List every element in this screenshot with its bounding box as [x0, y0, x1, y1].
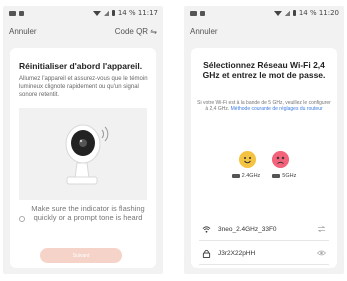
wifi-hint: Si votre Wi-Fi est à la bande de 5 GHz, … [197, 100, 331, 112]
nav-bar: Annuler [184, 24, 344, 38]
band-illustration [191, 151, 337, 168]
camera-icon [65, 124, 109, 185]
wifi-icon [202, 225, 211, 233]
sad-face-icon [272, 151, 289, 168]
field-divider [199, 240, 329, 241]
switch-network-icon[interactable] [317, 225, 326, 233]
page-title: Réinitialiser d'abord l'appareil. [19, 61, 143, 71]
band-5ghz: 5GHz [272, 173, 296, 179]
router-icon [272, 174, 281, 178]
router-icon [231, 174, 240, 178]
gallery-notification-icon [190, 10, 197, 16]
wifi-status-icon [273, 10, 282, 16]
instruction-text: Allumez l'appareil et assurez-vous que l… [19, 76, 148, 98]
nav-bar: Annuler Code QR ⇋ [3, 24, 163, 38]
app-notification-icon [19, 10, 24, 16]
password-field[interactable]: J3r2X22pHH [196, 244, 332, 262]
band-labels: 2.4GHz 5GHz [191, 173, 337, 179]
phone-screen-reset: 14 % 11:17 Annuler Code QR ⇋ Réinitialis… [3, 6, 163, 274]
reset-card: Réinitialiser d'abord l'appareil. Allume… [10, 48, 156, 268]
status-text: 14 % 11:17 [117, 9, 158, 17]
battery-icon [292, 10, 296, 16]
band-5ghz-label: 5GHz [282, 173, 297, 179]
status-bar: 14 % 11:20 [184, 6, 344, 20]
status-text: 14 % 11:20 [298, 9, 339, 17]
wifi-name-field[interactable]: 3neo_2.4GHz_33F0 [196, 220, 332, 238]
device-illustration [19, 108, 147, 200]
qr-code-button[interactable]: Code QR ⇋ [115, 27, 157, 36]
band-24ghz-label: 2.4GHz [241, 173, 261, 179]
signal-icon [103, 10, 109, 16]
eye-icon[interactable] [317, 249, 326, 257]
cancel-button[interactable]: Annuler [9, 27, 37, 36]
confirm-checkbox[interactable] [19, 216, 25, 222]
router-settings-link[interactable]: Méthode courante de réglages du routeur [231, 106, 323, 112]
app-notification-icon [200, 10, 205, 16]
signal-icon [284, 10, 290, 16]
confirm-checkbox-row[interactable]: Make sure the indicator is flashing quic… [19, 204, 148, 222]
battery-icon [111, 10, 115, 16]
cancel-button[interactable]: Annuler [190, 27, 218, 36]
happy-face-icon [239, 151, 256, 168]
wifi-card: Sélectionnez Réseau Wi-Fi 2,4 GHz et ent… [191, 48, 337, 268]
wifi-name-value: 3neo_2.4GHz_33F0 [218, 225, 277, 233]
wifi-status-icon [92, 10, 101, 16]
phone-screen-wifi: 14 % 11:20 Annuler Sélectionnez Réseau W… [184, 6, 344, 274]
password-value: J3r2X22pHH [218, 249, 256, 257]
gallery-notification-icon [9, 10, 16, 16]
next-button[interactable]: Suivant [40, 248, 122, 263]
page-title: Sélectionnez Réseau Wi-Fi 2,4 GHz et ent… [202, 60, 326, 80]
confirm-checkbox-label: Make sure the indicator is flashing quic… [31, 204, 145, 222]
field-divider [199, 264, 329, 265]
status-bar: 14 % 11:17 [3, 6, 163, 20]
band-24ghz: 2.4GHz [231, 173, 261, 179]
lock-icon [202, 249, 211, 258]
